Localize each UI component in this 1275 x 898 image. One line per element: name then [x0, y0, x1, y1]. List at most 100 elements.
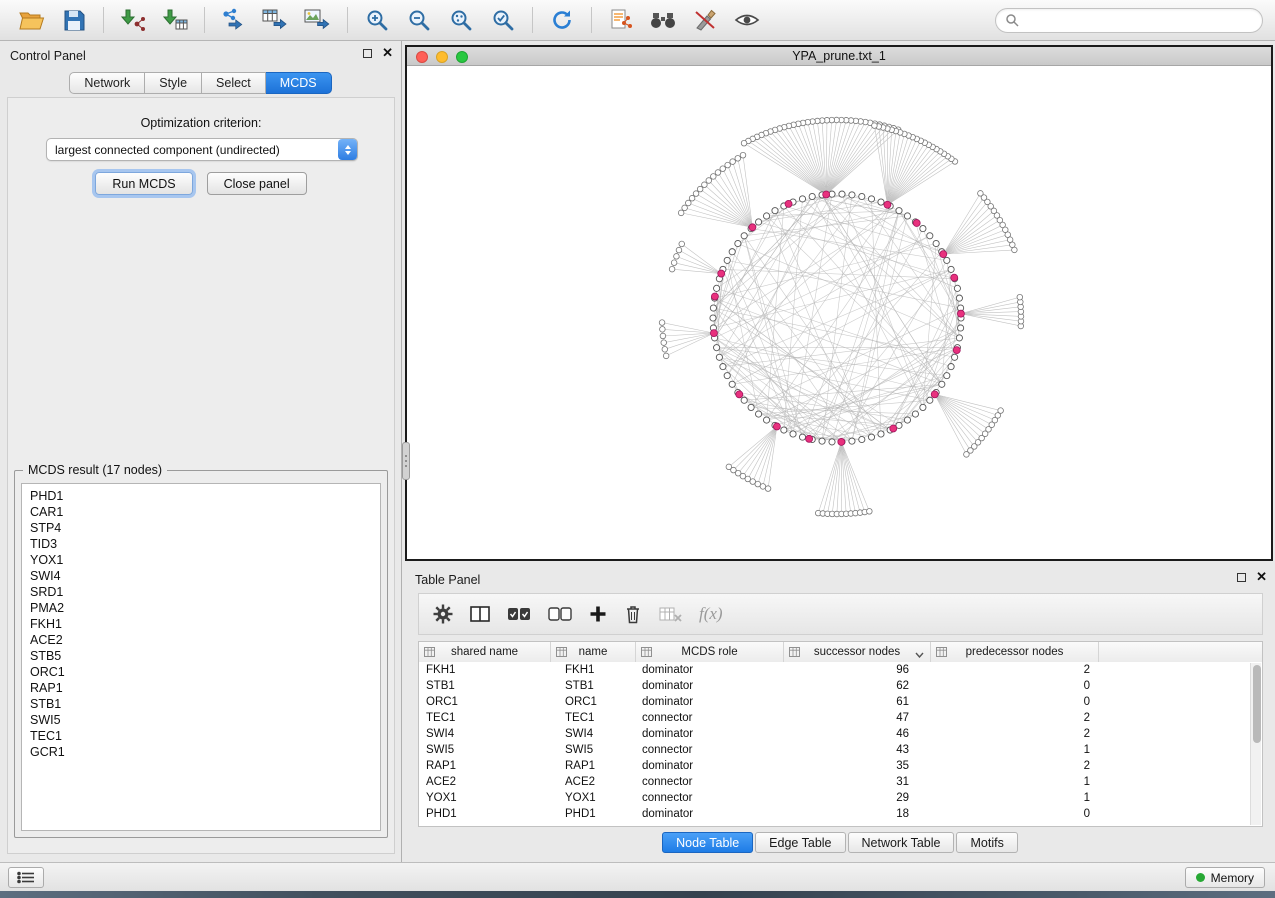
function-builder-button[interactable]: f(x) — [699, 604, 723, 624]
style-button[interactable] — [685, 4, 725, 36]
result-node-item[interactable]: FKH1 — [22, 616, 380, 632]
import-network-button[interactable] — [113, 4, 153, 36]
float-panel-icon[interactable] — [363, 49, 372, 58]
column-header-MCDS-role[interactable]: MCDS role — [636, 642, 784, 662]
select-all-button[interactable] — [507, 606, 531, 622]
table-row[interactable]: TEC1TEC1connector472 — [419, 710, 1262, 726]
import-table-button[interactable] — [155, 4, 195, 36]
table-settings-button[interactable] — [433, 604, 453, 624]
tab-edge-table[interactable]: Edge Table — [755, 832, 845, 853]
tab-style[interactable]: Style — [145, 72, 202, 94]
refresh-button[interactable] — [542, 4, 582, 36]
zoom-out-button[interactable] — [399, 4, 439, 36]
memory-status-icon — [1196, 873, 1205, 882]
table-cell: 35 — [784, 760, 931, 772]
search-icon — [1005, 13, 1019, 27]
result-node-item[interactable]: PHD1 — [22, 488, 380, 504]
mcds-result-list[interactable]: PHD1CAR1STP4TID3YOX1SWI4SRD1PMA2FKH1ACE2… — [21, 483, 381, 831]
column-header-shared-name[interactable]: shared name — [419, 642, 551, 662]
result-node-item[interactable]: SRD1 — [22, 584, 380, 600]
result-node-item[interactable]: YOX1 — [22, 552, 380, 568]
result-node-item[interactable]: ACE2 — [22, 632, 380, 648]
table-panel: Table Panel ✕ f(x) shared namenameMCDS — [405, 565, 1275, 862]
tab-select[interactable]: Select — [202, 72, 266, 94]
result-node-item[interactable]: STB5 — [22, 648, 380, 664]
tab-network-table[interactable]: Network Table — [848, 832, 955, 853]
criterion-dropdown[interactable]: largest connected component (undirected) — [46, 138, 358, 161]
table-cell: STB1 — [551, 680, 636, 692]
table-cell: 18 — [784, 808, 931, 820]
status-bar: Memory — [0, 862, 1275, 891]
zoom-in-button[interactable] — [357, 4, 397, 36]
search-network-button[interactable] — [643, 4, 683, 36]
clear-table-button[interactable] — [659, 606, 682, 622]
scrollbar-thumb[interactable] — [1253, 665, 1261, 743]
show-hide-button[interactable] — [727, 4, 767, 36]
result-node-item[interactable]: PMA2 — [22, 600, 380, 616]
save-button[interactable] — [54, 4, 94, 36]
result-node-item[interactable]: TEC1 — [22, 728, 380, 744]
window-maximize-icon[interactable] — [456, 51, 468, 63]
column-header-name[interactable]: name — [551, 642, 636, 662]
close-panel-icon[interactable]: ✕ — [382, 48, 393, 58]
result-node-item[interactable]: ORC1 — [22, 664, 380, 680]
float-panel-icon[interactable] — [1237, 573, 1246, 582]
network-view-title: YPA_prune.txt_1 — [792, 49, 886, 63]
table-row[interactable]: ACE2ACE2connector311 — [419, 774, 1262, 790]
result-node-item[interactable]: STB1 — [22, 696, 380, 712]
table-row[interactable]: YOX1YOX1connector291 — [419, 790, 1262, 806]
panel-splitter-handle[interactable] — [402, 442, 410, 480]
main-toolbar — [0, 0, 1275, 41]
tab-network[interactable]: Network — [69, 72, 145, 94]
table-row[interactable]: PHD1PHD1dominator180 — [419, 806, 1262, 822]
share-document-button[interactable] — [601, 4, 641, 36]
search-input[interactable] — [1025, 13, 1253, 27]
run-mcds-button[interactable]: Run MCDS — [95, 172, 192, 195]
result-node-item[interactable]: RAP1 — [22, 680, 380, 696]
export-network-button[interactable] — [214, 4, 254, 36]
close-panel-button[interactable]: Close panel — [207, 172, 307, 195]
result-node-item[interactable]: STP4 — [22, 520, 380, 536]
result-node-item[interactable]: SWI4 — [22, 568, 380, 584]
close-panel-icon[interactable]: ✕ — [1256, 572, 1267, 582]
chevron-down-icon[interactable] — [915, 649, 924, 661]
window-close-icon[interactable] — [416, 51, 428, 63]
search-box[interactable] — [995, 8, 1263, 33]
result-node-item[interactable]: GCR1 — [22, 744, 380, 760]
export-table-button[interactable] — [256, 4, 296, 36]
network-view-window[interactable]: YPA_prune.txt_1 — [405, 45, 1273, 561]
tab-mcds[interactable]: MCDS — [266, 72, 332, 94]
result-node-item[interactable]: TID3 — [22, 536, 380, 552]
table-scrollbar[interactable] — [1250, 663, 1261, 825]
table-cell: 1 — [931, 792, 1099, 804]
column-header-predecessor-nodes[interactable]: predecessor nodes — [931, 642, 1099, 662]
network-canvas[interactable] — [407, 66, 1271, 559]
zoom-fit-button[interactable] — [441, 4, 481, 36]
control-panel: Control Panel ✕ NetworkStyleSelectMCDS O… — [0, 41, 402, 862]
tab-motifs[interactable]: Motifs — [956, 832, 1017, 853]
export-image-button[interactable] — [298, 4, 338, 36]
network-view-titlebar[interactable]: YPA_prune.txt_1 — [407, 47, 1271, 66]
table-cell: TEC1 — [419, 712, 551, 724]
table-row[interactable]: SWI5SWI5connector431 — [419, 742, 1262, 758]
table-cell: dominator — [636, 728, 784, 740]
tab-node-table[interactable]: Node Table — [662, 832, 753, 853]
task-history-button[interactable] — [8, 867, 44, 888]
column-header-successor-nodes[interactable]: successor nodes — [784, 642, 931, 662]
result-node-item[interactable]: SWI5 — [22, 712, 380, 728]
memory-button[interactable]: Memory — [1185, 867, 1265, 888]
delete-column-button[interactable] — [624, 604, 642, 624]
table-row[interactable]: RAP1RAP1dominator352 — [419, 758, 1262, 774]
result-node-item[interactable]: CAR1 — [22, 504, 380, 520]
zoom-selected-button[interactable] — [483, 4, 523, 36]
table-row[interactable]: STB1STB1dominator620 — [419, 678, 1262, 694]
column-header-label: predecessor nodes — [966, 646, 1064, 658]
window-minimize-icon[interactable] — [436, 51, 448, 63]
open-file-button[interactable] — [12, 4, 52, 36]
show-columns-button[interactable] — [470, 605, 490, 623]
table-row[interactable]: FKH1FKH1dominator962 — [419, 662, 1262, 678]
add-column-button[interactable] — [589, 605, 607, 623]
table-row[interactable]: SWI4SWI4dominator462 — [419, 726, 1262, 742]
deselect-all-button[interactable] — [548, 606, 572, 622]
table-row[interactable]: ORC1ORC1dominator610 — [419, 694, 1262, 710]
